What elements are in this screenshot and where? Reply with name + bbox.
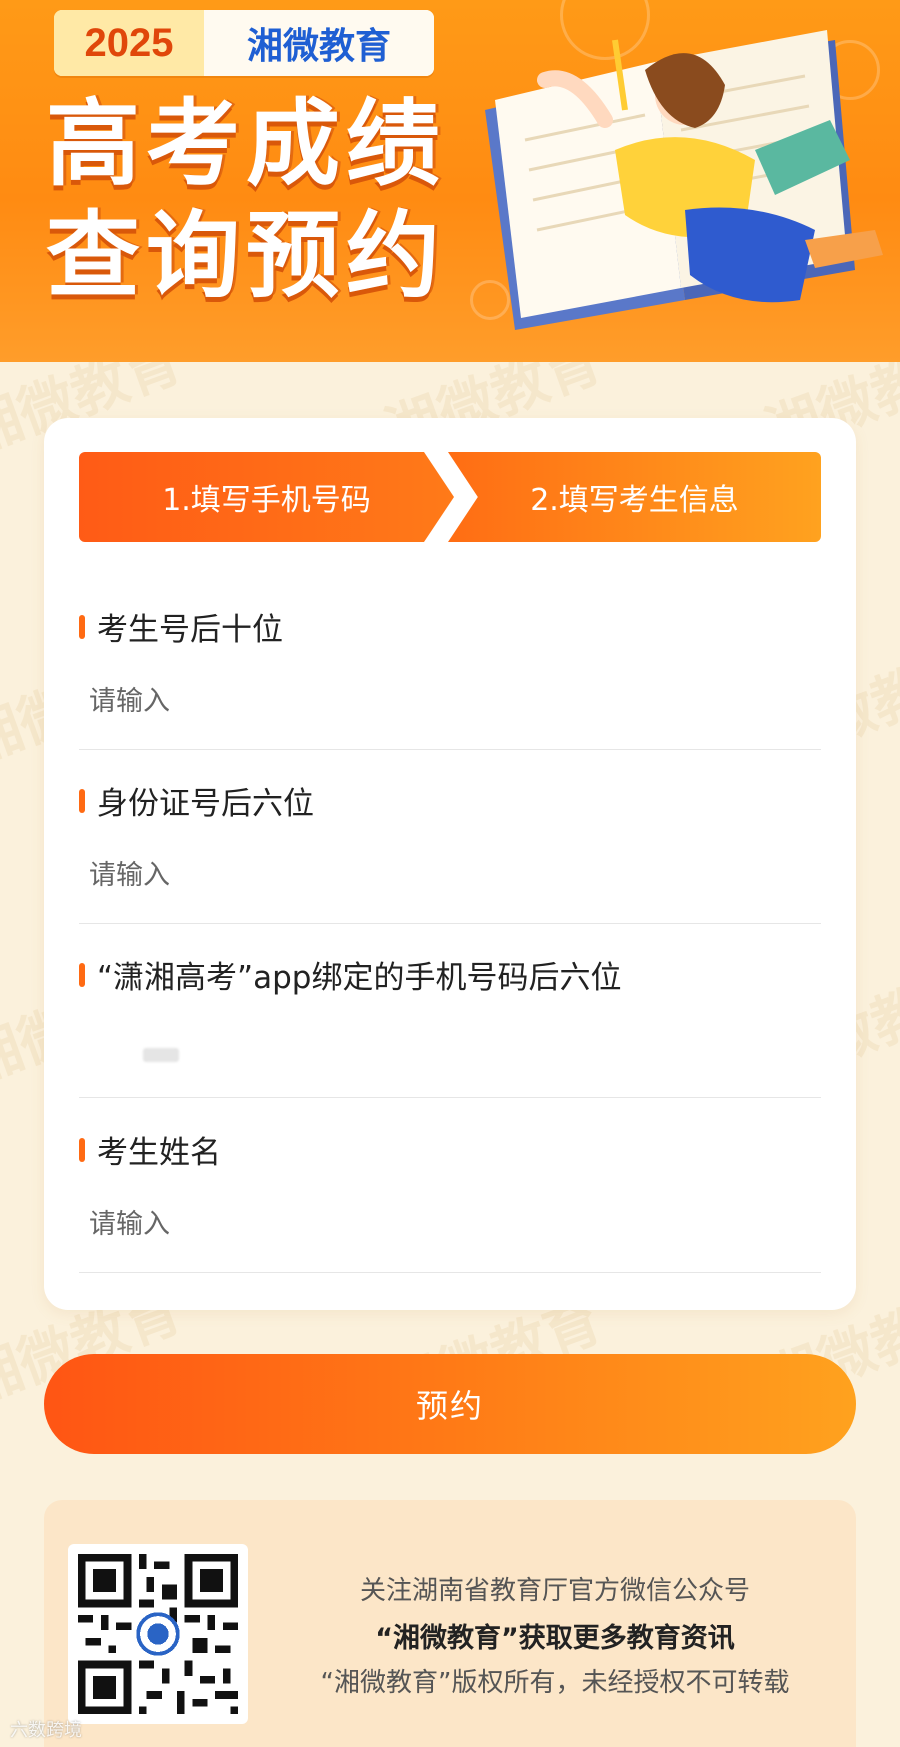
label-marker xyxy=(79,788,85,813)
step-1-tab[interactable]: 1.填写手机号码 xyxy=(79,452,454,542)
field-exam-number: 考生号后十位 xyxy=(79,604,821,750)
footer-text-account: “湘微教育”获取更多教育资讯 xyxy=(375,1623,735,1654)
label-marker xyxy=(79,614,85,639)
label-marker xyxy=(79,1137,85,1162)
banner-title-line1: 高考成绩 xyxy=(46,90,447,199)
field-label: 身份证号后六位 xyxy=(97,786,314,822)
student-book-illustration xyxy=(485,30,883,330)
step-2-tab[interactable]: 2.填写考生信息 xyxy=(448,452,821,542)
footer-text-copyright: “湘微教育”版权所有，未经授权不可转载 xyxy=(320,1668,790,1698)
exam-number-input[interactable] xyxy=(89,680,789,722)
footer-text-follow: 关注湖南省教育厅官方微信公众号 xyxy=(359,1576,750,1606)
hero-banner: 2025 湘微教育 高考成绩 查询预约 xyxy=(0,0,900,362)
reserve-button[interactable]: 预约 xyxy=(44,1354,856,1454)
field-label: “潇湘高考”app绑定的手机号码后六位 xyxy=(97,960,622,996)
field-label: 考生姓名 xyxy=(97,1135,221,1171)
org-label: 湘微教育 xyxy=(204,10,434,76)
field-student-name: 考生姓名 xyxy=(79,1127,821,1273)
student-name-input[interactable] xyxy=(89,1203,789,1245)
field-app-phone: “潇湘高考”app绑定的手机号码后六位 xyxy=(79,952,821,1098)
year-badge: 2025 湘微教育 xyxy=(54,10,434,76)
id-card-input[interactable] xyxy=(89,854,789,896)
field-id-card: 身份证号后六位 xyxy=(79,778,821,924)
label-marker xyxy=(79,962,85,987)
app-phone-input[interactable] xyxy=(89,1028,789,1070)
field-label: 考生号后十位 xyxy=(97,612,283,648)
masked-value xyxy=(143,1048,179,1062)
footer-panel: 关注湖南省教育厅官方微信公众号 “湘微教育”获取更多教育资讯 “湘微教育”版权所… xyxy=(44,1500,856,1747)
qr-code-icon xyxy=(68,1544,248,1724)
banner-title-line2: 查询预约 xyxy=(46,202,447,311)
form-card: 1.填写手机号码 2.填写考生信息 考生号后十位 身份证号后六位 “潇湘高考”a… xyxy=(44,418,856,1310)
year-label: 2025 xyxy=(54,10,204,76)
corner-watermark: 六数跨境 xyxy=(10,1720,82,1741)
step-separator-chevron xyxy=(441,452,462,542)
step-indicator: 1.填写手机号码 2.填写考生信息 xyxy=(79,452,821,542)
